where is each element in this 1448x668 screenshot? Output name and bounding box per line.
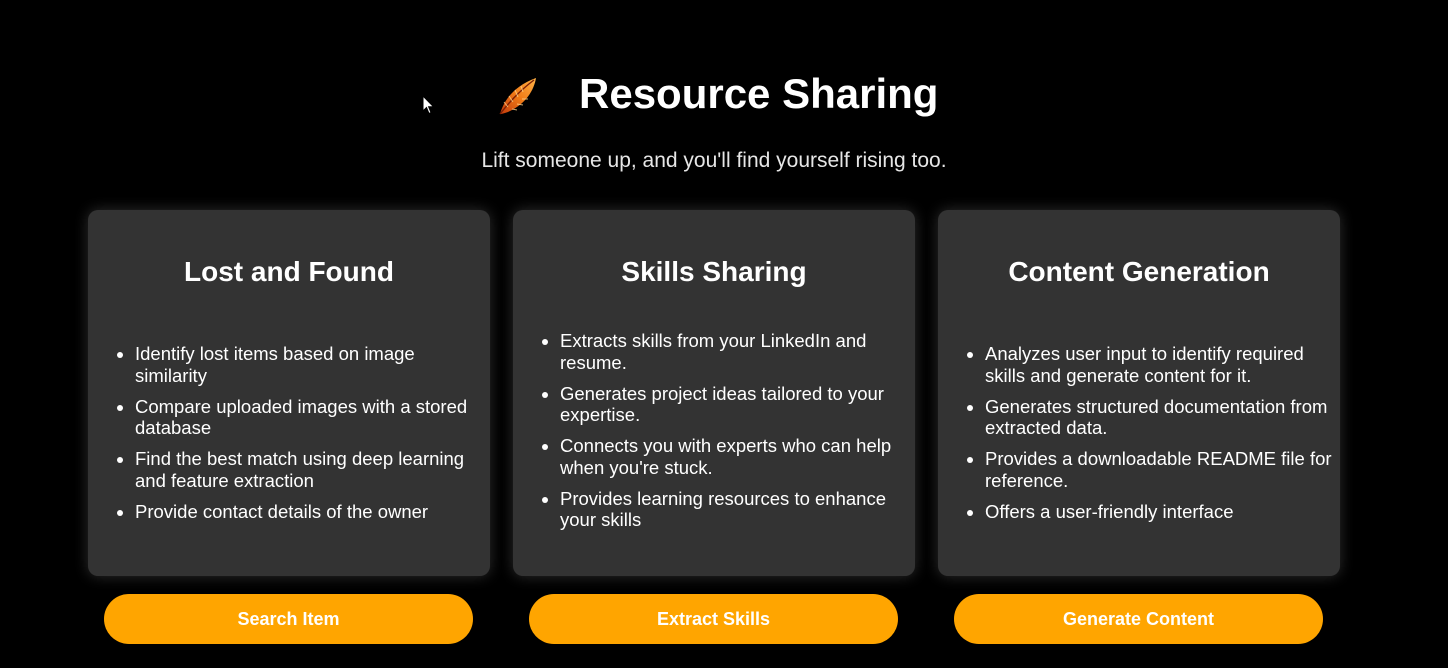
page-header: Resource Sharing [0,62,1448,132]
list-item: Provide contact details of the owner [135,501,485,523]
list-item: Provides a downloadable README file for … [985,448,1335,491]
list-item: Compare uploaded images with a stored da… [135,396,485,439]
skills-sharing-card: Skills Sharing Extracts skills from your… [513,210,915,576]
feature-list: Analyzes user input to identify required… [964,343,1335,532]
card-title: Content Generation [1008,256,1270,287]
page-subtitle: Lift someone up, and you'll find yoursel… [481,149,947,172]
search-item-button[interactable]: Search Item [104,594,473,644]
list-item: Provides learning resources to enhance y… [560,488,910,531]
list-item: Analyzes user input to identify required… [985,343,1335,386]
generate-content-button[interactable]: Generate Content [954,594,1323,644]
list-item: Find the best match using deep learning … [135,448,485,491]
card-title: Skills Sharing [621,256,807,287]
feature-list: Identify lost items based on image simil… [114,343,485,532]
list-item: Extracts skills from your LinkedIn and r… [560,330,910,373]
page: Resource Sharing Lift someone up, and yo… [0,0,1448,668]
list-item: Generates structured documentation from … [985,396,1335,439]
list-item: Connects you with experts who can help w… [560,435,910,478]
lost-and-found-card: Lost and Found Identify lost items based… [88,210,490,576]
page-title: Resource Sharing [579,70,939,117]
extract-skills-button[interactable]: Extract Skills [529,594,898,644]
feather-icon [499,78,536,115]
list-item: Offers a user-friendly interface [985,501,1335,523]
list-item: Generates project ideas tailored to your… [560,383,910,426]
list-item: Identify lost items based on image simil… [135,343,485,386]
card-title: Lost and Found [184,256,394,287]
content-generation-card: Content Generation Analyzes user input t… [938,210,1340,576]
feature-list: Extracts skills from your LinkedIn and r… [539,330,910,540]
